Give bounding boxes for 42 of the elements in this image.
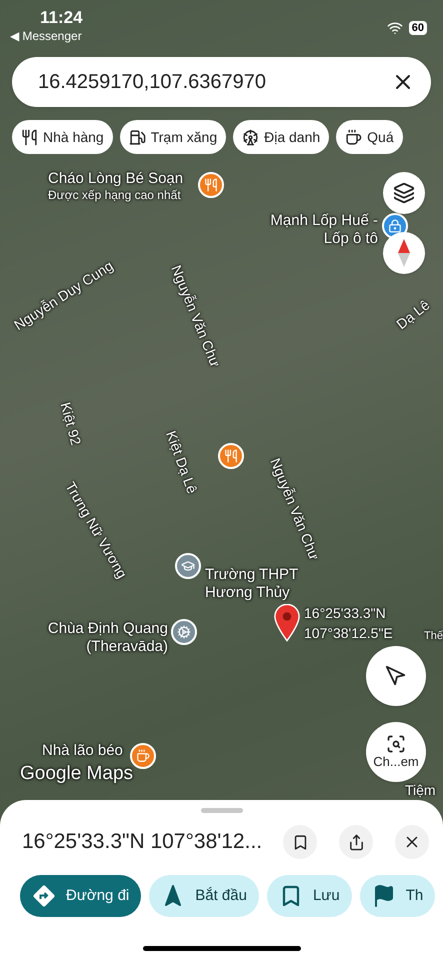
share-button[interactable] (339, 825, 373, 859)
category-chip[interactable]: Địa danh (233, 120, 330, 154)
place-label[interactable]: Chùa Định Quang (Theravāda) (40, 620, 168, 656)
road-label: Kiệt 92 (56, 400, 86, 448)
road-label: Thế (424, 629, 443, 644)
wifi-icon (386, 20, 403, 36)
location-pin-icon[interactable] (274, 604, 300, 642)
category-chip[interactable]: Quá (336, 120, 403, 154)
action-button[interactable]: Đường đi (20, 875, 142, 917)
compass-icon (397, 239, 411, 267)
fuel-icon (128, 128, 146, 146)
status-time: 11:24 (40, 8, 83, 28)
road-label: Dạ Lê (392, 296, 434, 334)
close-button[interactable] (395, 825, 429, 859)
landmark-icon (242, 128, 260, 146)
place-label[interactable]: Cháo Lòng Bé Soạn (48, 170, 184, 188)
road-label: Kiệt Dạ Lê (162, 428, 202, 497)
category-chip[interactable]: Nhà hàng (12, 120, 113, 154)
road-label: Tiệm (405, 781, 436, 800)
cafe-icon (345, 128, 362, 146)
place-rating-note: Được xếp hạng cao nhất (48, 188, 181, 203)
action-button[interactable]: Lưu (266, 875, 352, 917)
google-maps-logo: Google Maps (20, 762, 134, 786)
category-chip[interactable]: Trạm xăng (120, 120, 226, 154)
search-field[interactable]: 16.4259170,107.6367970 (38, 67, 391, 97)
action-button[interactable]: Bắt đầu (149, 875, 259, 917)
battery-indicator: 60 (408, 21, 427, 35)
place-label[interactable]: Trường THPT Hương Thủy (205, 566, 300, 602)
save-button[interactable] (283, 825, 317, 859)
restaurant-icon (21, 128, 38, 146)
drag-handle[interactable] (200, 808, 242, 813)
navigation-arrow-icon (385, 665, 407, 687)
share-icon (348, 834, 364, 850)
pin-coordinates-label: 16°25'33.3"N 107°38'12.5"E (304, 604, 394, 643)
sheet-title: 16°25'33.3"N 107°38'12... (22, 829, 264, 856)
place-label[interactable]: Mạnh Lốp Huế - Lốp ô tô (270, 212, 378, 248)
search-bar[interactable]: 16.4259170,107.6367970 (12, 57, 431, 107)
camera-scan-icon (386, 734, 406, 754)
layers-icon (393, 182, 415, 204)
back-to-app-link[interactable]: ◀ Messenger (10, 29, 82, 43)
place-label[interactable]: Nhà lão béo (42, 742, 123, 760)
action-button[interactable]: Th (360, 875, 436, 917)
